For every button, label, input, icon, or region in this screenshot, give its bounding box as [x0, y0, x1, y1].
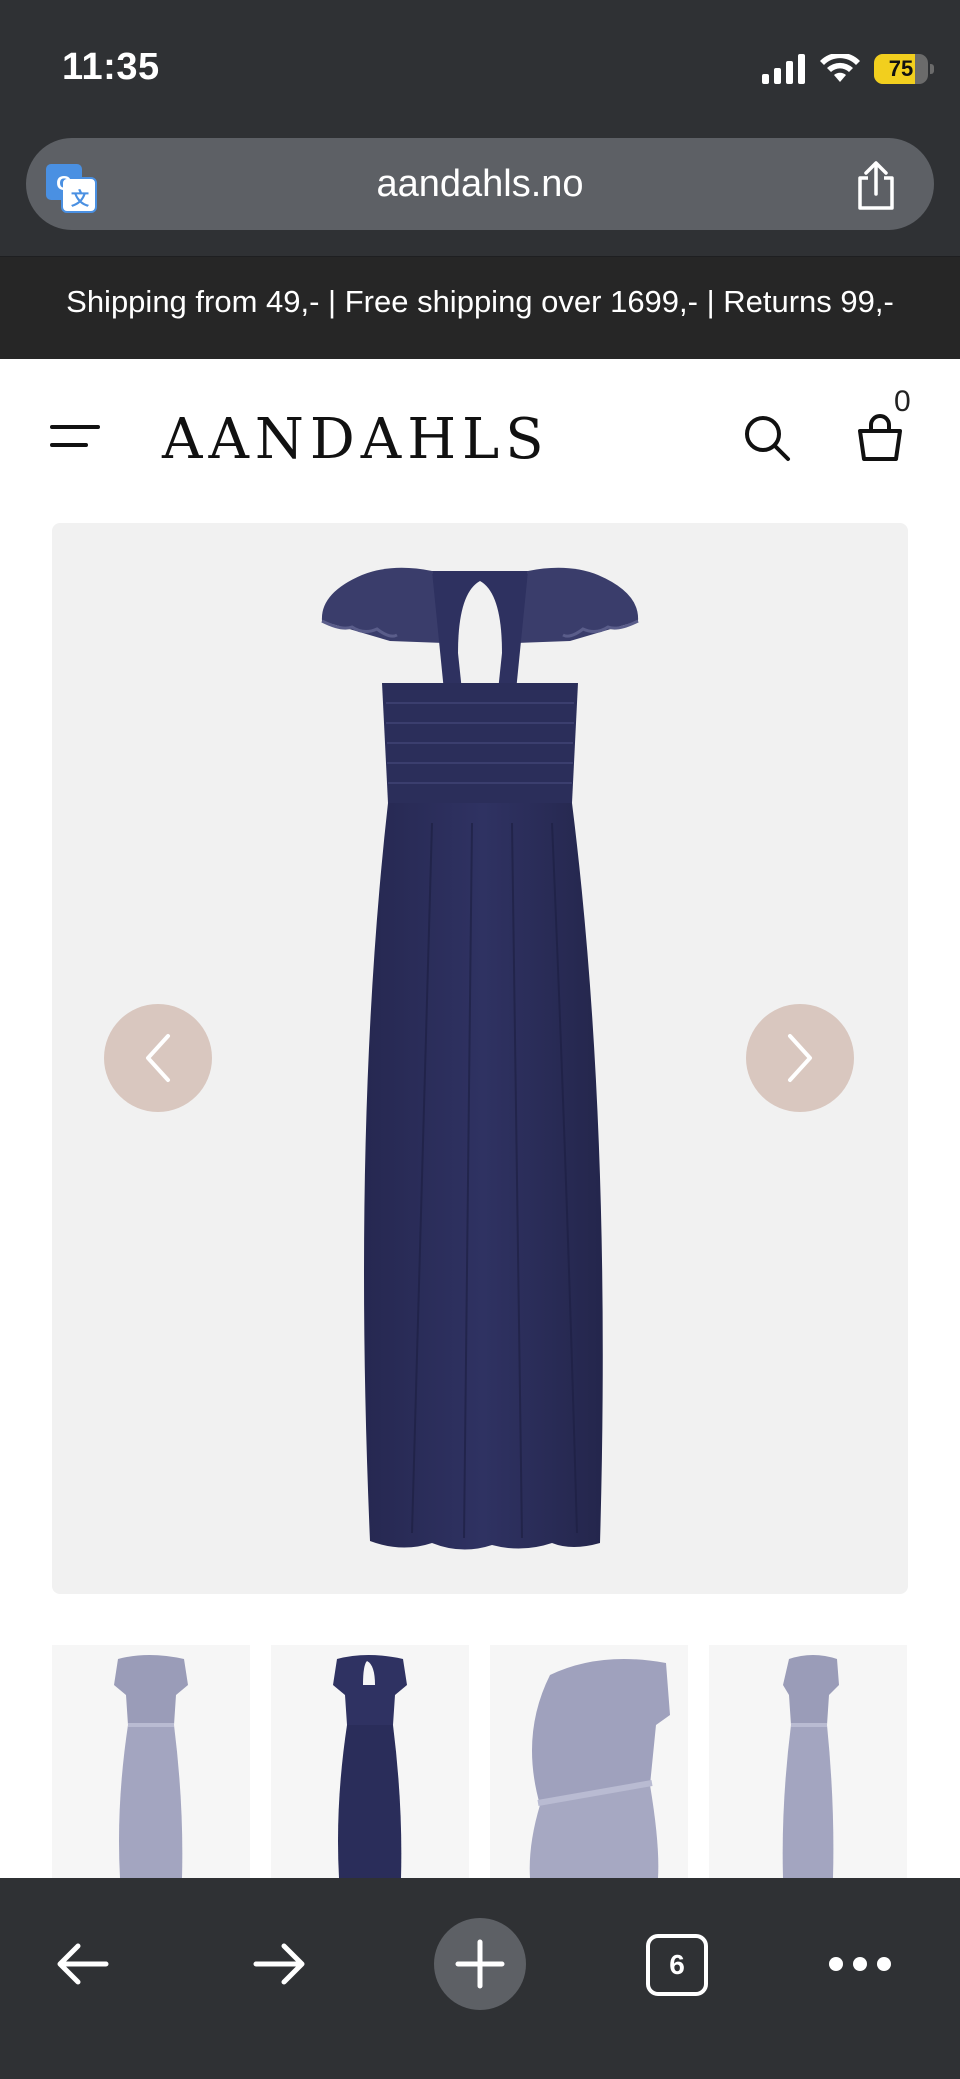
site-header: AANDAHLS 0	[0, 359, 960, 509]
product-gallery	[52, 523, 908, 1594]
promo-banner: Shipping from 49,- | Free shipping over …	[0, 257, 960, 359]
url-text[interactable]: aandahls.no	[376, 163, 583, 206]
browser-address-area: G 文 aandahls.no	[0, 130, 960, 258]
carousel-next-button[interactable]	[746, 1004, 854, 1112]
address-bar[interactable]: G 文 aandahls.no	[26, 138, 934, 230]
status-time: 11:35	[62, 46, 160, 88]
battery-level: 75	[888, 56, 914, 81]
thumbnail-image	[114, 1655, 188, 1878]
site-logo[interactable]: AANDAHLS	[162, 407, 550, 472]
forward-arrow-icon[interactable]	[250, 1934, 310, 1994]
product-thumbnails	[52, 1645, 910, 1878]
wifi-icon	[820, 54, 860, 82]
more-icon[interactable]	[828, 1954, 892, 1974]
svg-text:G: G	[56, 173, 72, 195]
chevron-right-icon	[788, 1034, 812, 1082]
cart-count: 0	[894, 385, 911, 418]
new-tab-button[interactable]	[434, 1918, 526, 2010]
thumbnail-image	[333, 1655, 407, 1878]
battery-indicator: 75	[874, 54, 934, 84]
share-icon[interactable]	[852, 160, 900, 212]
thumbnail-1[interactable]	[52, 1645, 250, 1878]
translate-icon[interactable]: G 文	[46, 164, 98, 214]
search-icon[interactable]	[742, 413, 792, 463]
menu-icon[interactable]	[50, 423, 100, 449]
back-arrow-icon[interactable]	[52, 1934, 112, 1994]
plus-icon	[455, 1939, 505, 1989]
thumbnail-4[interactable]	[709, 1645, 907, 1878]
chevron-left-icon	[146, 1034, 170, 1082]
tab-switcher-button[interactable]: 6	[646, 1934, 708, 1996]
status-bar: 11:35 75	[0, 0, 960, 130]
browser-toolbar: 6	[0, 1878, 960, 2079]
svg-text:文: 文	[71, 188, 90, 209]
thumbnail-image	[529, 1659, 670, 1878]
thumbnail-2[interactable]	[271, 1645, 469, 1878]
thumbnail-image	[782, 1655, 839, 1878]
status-icons: 75	[762, 52, 934, 86]
carousel-prev-button[interactable]	[104, 1004, 212, 1112]
signal-icon	[762, 54, 805, 84]
thumbnail-3[interactable]	[490, 1645, 688, 1878]
